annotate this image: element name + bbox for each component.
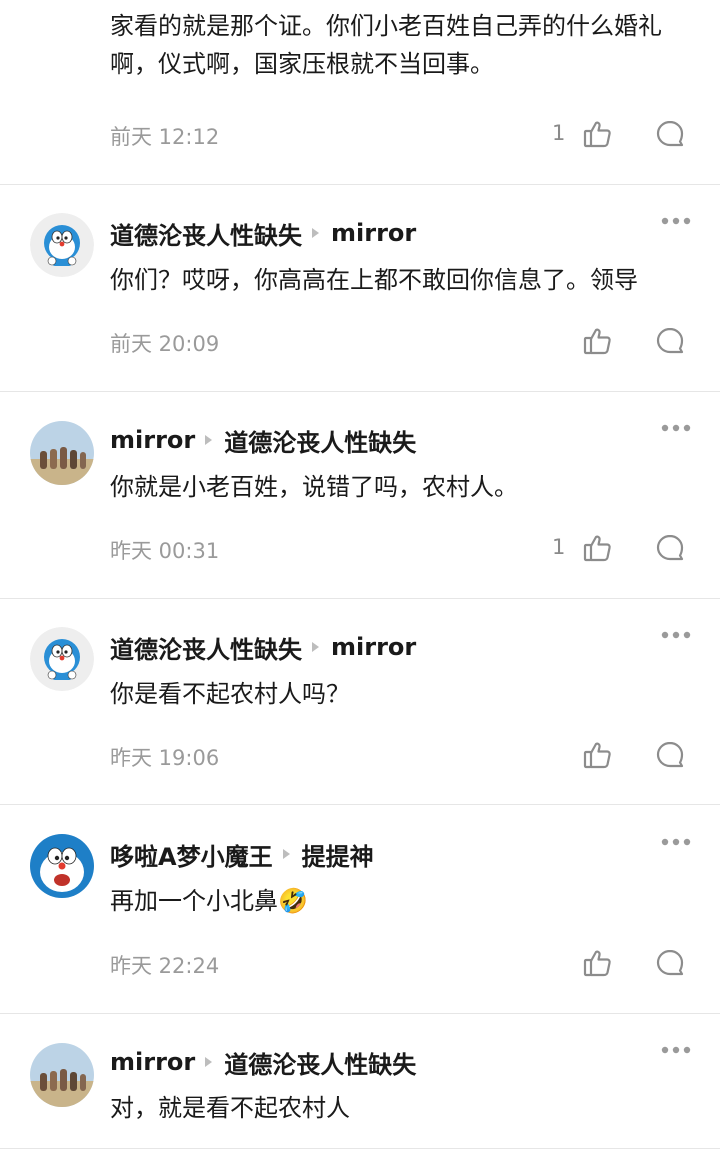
author-name[interactable]: mirror (110, 426, 195, 454)
like-count: 1 (552, 535, 566, 559)
avatar[interactable] (30, 213, 94, 277)
comment-text: 家看的就是那个证。你们小老百姓自己弄的什么婚礼啊，仪式啊，国家压根就不当回事。 (110, 12, 662, 78)
comment-timestamp: 昨天 19:06 (110, 746, 220, 770)
reply-arrow-icon (282, 849, 290, 859)
author-name[interactable]: mirror (110, 1048, 195, 1076)
reply-to-name[interactable]: mirror (331, 219, 416, 247)
author-name[interactable]: 哆啦A梦小魔王 (110, 837, 273, 872)
reply-to-name[interactable]: 道德沦丧人性缺失 (224, 1045, 416, 1080)
avatar[interactable] (30, 1043, 94, 1107)
more-dots-icon[interactable] (660, 216, 692, 226)
avatar[interactable] (30, 421, 94, 485)
avatar[interactable] (30, 627, 94, 691)
more-dots-icon[interactable] (660, 837, 692, 847)
divider (0, 184, 720, 185)
divider (0, 804, 720, 805)
reply-arrow-icon (312, 642, 319, 652)
reply-arrow-icon (205, 1057, 213, 1067)
comment-text: 你们？哎呀，你高高在上都不敢回你信息了。领导 (110, 266, 638, 294)
thumbs-up-icon[interactable] (582, 533, 612, 563)
thumbs-up-icon[interactable] (582, 119, 612, 149)
comment-bubble-icon[interactable] (655, 326, 685, 356)
comment-header: mirror 道德沦丧人性缺失 (110, 1045, 416, 1079)
divider (0, 1148, 720, 1149)
avatar[interactable] (30, 834, 94, 898)
comment-timestamp: 前天 20:09 (110, 332, 220, 356)
reply-to-name[interactable]: 道德沦丧人性缺失 (224, 423, 416, 458)
laughing-emoji: 🤣 (278, 887, 308, 915)
reply-to-name[interactable]: mirror (331, 633, 416, 661)
comment-bubble-icon[interactable] (655, 740, 685, 770)
divider (0, 391, 720, 392)
more-dots-icon[interactable] (660, 423, 692, 433)
comment-timestamp: 前天 12:12 (110, 125, 220, 149)
comment-text: 你就是小老百姓，说错了吗，农村人。 (110, 473, 518, 501)
comment-timestamp: 昨天 22:24 (110, 954, 220, 978)
comment-header: 道德沦丧人性缺失 mirror (110, 630, 416, 664)
author-name[interactable]: 道德沦丧人性缺失 (110, 630, 302, 665)
reply-to-name[interactable]: 提提神 (302, 837, 374, 872)
like-count: 1 (552, 121, 566, 145)
more-dots-icon[interactable] (660, 630, 692, 640)
comment-bubble-icon[interactable] (655, 948, 685, 978)
comment-text: 再加一个小北鼻🤣 (110, 882, 700, 920)
divider (0, 598, 720, 599)
comment-header: 哆啦A梦小魔王 提提神 (110, 837, 374, 871)
comment-header: mirror 道德沦丧人性缺失 (110, 423, 416, 457)
thumbs-up-icon[interactable] (582, 326, 612, 356)
comment-text: 你是看不起农村人吗？ (110, 680, 350, 708)
comment-timestamp: 昨天 00:31 (110, 539, 220, 563)
more-dots-icon[interactable] (660, 1045, 692, 1055)
comment-header: 道德沦丧人性缺失 mirror (110, 216, 416, 250)
author-name[interactable]: 道德沦丧人性缺失 (110, 216, 302, 251)
thumbs-up-icon[interactable] (582, 740, 612, 770)
comment-bubble-icon[interactable] (655, 533, 685, 563)
reply-arrow-icon (312, 228, 319, 238)
reply-arrow-icon (205, 435, 213, 445)
comment-text: 对，就是看不起农村人 (110, 1094, 350, 1122)
comment-text-body: 再加一个小北鼻 (110, 887, 278, 915)
comment-bubble-icon[interactable] (655, 119, 685, 149)
thumbs-up-icon[interactable] (582, 948, 612, 978)
divider (0, 1013, 720, 1014)
